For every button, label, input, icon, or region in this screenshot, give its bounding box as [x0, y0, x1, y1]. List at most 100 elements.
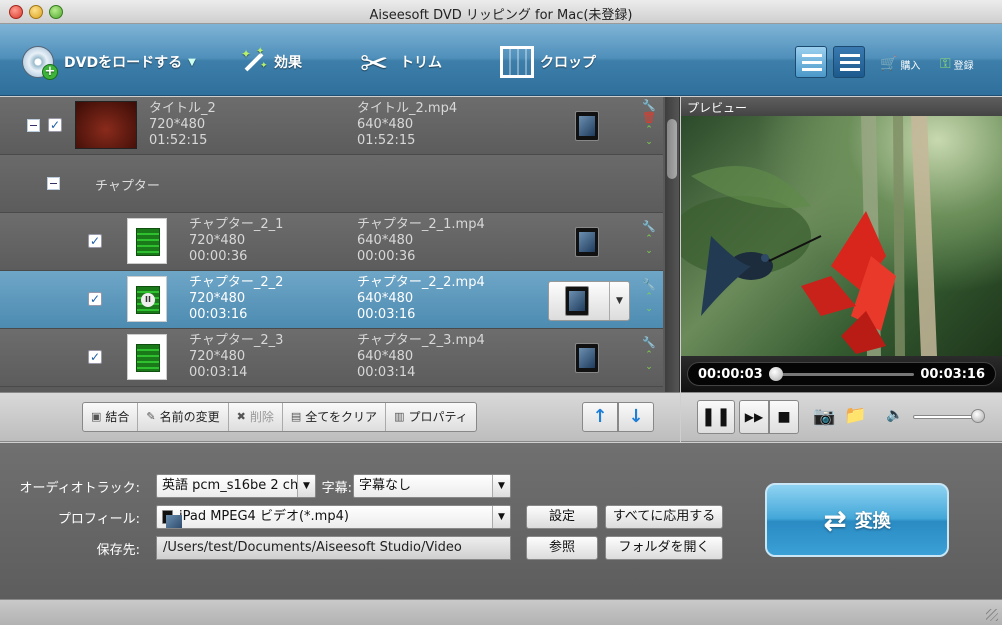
list-action-bar: ▣ 結合 ✎ 名前の変更 ✖ 削除 ▤ 全てをクリア ▥ プロパティ ↑ ↓ [0, 392, 680, 442]
pause-button[interactable]: ❚❚ [697, 400, 735, 434]
chapter-output-duration: 00:00:36 [357, 249, 416, 264]
rename-button[interactable]: ✎ 名前の変更 [138, 403, 229, 431]
chapter-resolution: 720*480 [189, 233, 246, 248]
chapter-name: チャプター_2_1 [189, 217, 284, 232]
up-down-icon[interactable]: ⌃ ⌄ [641, 124, 657, 148]
open-snapshot-folder-icon[interactable]: 📁 [844, 405, 866, 426]
snapshot-camera-icon[interactable]: 📷 [813, 406, 835, 427]
scissors-icon: ✂ [360, 44, 389, 84]
chapter-device-button[interactable] [575, 343, 603, 373]
move-down-button[interactable]: ↓ [618, 402, 654, 432]
subtitle-select[interactable]: 字幕なし ▼ [353, 474, 511, 498]
resize-grip-icon[interactable] [986, 609, 998, 621]
volume-icon: 🔈 [886, 407, 904, 423]
wrench-icon[interactable]: 🔧 [641, 221, 657, 233]
chapter-output-name: チャプター_2_3.mp4 [357, 333, 485, 348]
delete-button[interactable]: ✖ 削除 [229, 403, 283, 431]
effect-button[interactable]: ✦ ✦ ✦ 効果 [230, 42, 302, 82]
register-button[interactable]: ⚿ 登録 [940, 56, 974, 72]
chapter-source-info: チャプター_2_3 720*480 00:03:14 [189, 333, 283, 381]
title-name: タイトル_2 [149, 101, 216, 116]
move-up-button[interactable]: ↑ [582, 402, 618, 432]
pencil-icon: ✎ [146, 410, 156, 423]
chapter-device-button[interactable] [575, 227, 603, 257]
player-controls: ❚❚ ▶▶ ■ 📷 📁 🔈 [681, 392, 1002, 442]
chapter-name: チャプター_2_2 [189, 275, 284, 290]
stop-icon: ■ [777, 409, 791, 425]
settings-button[interactable]: 設定 [526, 505, 598, 529]
ipad-icon [565, 286, 589, 316]
subtitle-label: 字幕: [321, 481, 352, 496]
chapter-checkbox[interactable]: ✓ [88, 292, 102, 306]
chapter-source-info: チャプター_2_1 720*480 00:00:36 [189, 217, 283, 265]
chapter-row[interactable]: ✓ チャプター_2_1 720*480 00:00:36 チャプター_2_1.m… [0, 213, 663, 271]
video-file-paused-icon [127, 276, 167, 322]
wrench-icon[interactable]: 🔧 [641, 337, 657, 349]
merge-button[interactable]: ▣ 結合 [83, 403, 139, 431]
detail-view-button[interactable] [833, 46, 865, 78]
ipad-icon [162, 510, 182, 528]
chapter-output-info: チャプター_2_3.mp4 640*480 00:03:14 [357, 333, 485, 381]
chapter-row-selected[interactable]: ✓ チャプター_2_2 720*480 00:03:16 チャプター_2_2.m… [0, 271, 663, 329]
ipad-icon [575, 227, 599, 257]
chapter-name: チャプター_2_3 [189, 333, 284, 348]
output-device-dropdown[interactable]: ▼ [548, 281, 630, 321]
chevron-down-icon[interactable]: ▼ [609, 282, 629, 320]
wrench-icon[interactable]: 🔧 [641, 279, 657, 291]
list-view-button[interactable] [795, 46, 827, 78]
chapter-header-label: チャプター [95, 179, 160, 194]
chevron-down-icon[interactable]: ▼ [188, 57, 196, 68]
destination-path[interactable]: /Users/test/Documents/Aiseesoft Studio/V… [156, 536, 511, 560]
title-output-duration: 01:52:15 [357, 133, 416, 148]
up-down-icon[interactable]: ⌃ ⌄ [641, 349, 657, 373]
chapter-source-info: チャプター_2_2 720*480 00:03:16 [189, 275, 283, 323]
load-dvd-label: DVDをロードする [64, 55, 183, 71]
hummingbird-frame [681, 116, 937, 356]
crop-button[interactable]: クロップ [496, 42, 596, 82]
trim-button[interactable]: ✂ トリム [356, 42, 442, 84]
title-device-button[interactable] [575, 111, 603, 141]
seek-knob[interactable] [769, 367, 784, 381]
chapter-resolution: 720*480 [189, 291, 246, 306]
stop-button[interactable]: ■ [769, 400, 799, 434]
video-file-icon [127, 218, 167, 264]
list-scroll-thumb[interactable] [667, 119, 677, 179]
chapter-output-resolution: 640*480 [357, 291, 414, 306]
title-thumbnail [75, 101, 137, 149]
seek-slider[interactable] [774, 373, 914, 376]
chapter-row-actions: 🔧 ⌃ ⌄ [641, 279, 657, 315]
chapter-row[interactable]: ✓ チャプター_2_3 720*480 00:03:14 チャプター_2_3.m… [0, 329, 663, 387]
svg-text:✦: ✦ [260, 61, 268, 71]
detail-view-icon [840, 54, 860, 72]
fast-forward-button[interactable]: ▶▶ [739, 400, 769, 434]
buy-button[interactable]: 🛒 購入 [880, 56, 920, 72]
properties-button[interactable]: ▥ プロパティ [386, 403, 476, 431]
chapter-output-resolution: 640*480 [357, 349, 414, 364]
title-bar: Aiseesoft DVD リッピング for Mac(未登録) [0, 0, 1002, 24]
collapse-chapters-toggle[interactable] [47, 177, 60, 190]
destination-label: 保存先: [96, 543, 140, 558]
chapter-checkbox[interactable]: ✓ [88, 350, 102, 364]
title-checkbox[interactable]: ✓ [48, 118, 62, 132]
chapter-checkbox[interactable]: ✓ [88, 234, 102, 248]
clear-all-button[interactable]: ▤ 全てをクリア [283, 403, 387, 431]
profile-value: iPad MPEG4 ビデオ(*.mp4) [179, 509, 349, 524]
audio-track-select[interactable]: 英語 pcm_s16be 2 ch ▼ [156, 474, 316, 498]
volume-knob[interactable] [970, 409, 985, 423]
title-row[interactable]: ✓ タイトル_2 720*480 01:52:15 タイトル_2.mp4 640… [0, 97, 663, 155]
open-folder-button[interactable]: フォルダを開く [605, 536, 723, 560]
file-list: ✓ タイトル_2 720*480 01:52:15 タイトル_2.mp4 640… [0, 97, 680, 392]
chapter-output-info: チャプター_2_1.mp4 640*480 00:00:36 [357, 217, 485, 265]
delete-label: 削除 [249, 410, 274, 424]
collapse-title-toggle[interactable] [27, 119, 40, 132]
trash-icon[interactable]: 🗑 [641, 112, 657, 124]
profile-select[interactable]: iPad MPEG4 ビデオ(*.mp4) ▼ [156, 505, 511, 529]
up-down-icon[interactable]: ⌃ ⌄ [641, 291, 657, 315]
apply-to-all-button[interactable]: すべてに応用する [605, 505, 723, 529]
convert-label: 変換 [854, 511, 891, 532]
chapter-output-name: チャプター_2_1.mp4 [357, 217, 485, 232]
convert-button[interactable]: ⇄ 変換 [765, 483, 949, 557]
up-down-icon[interactable]: ⌃ ⌄ [641, 233, 657, 257]
load-dvd-button[interactable]: + DVDをロードする ▼ [20, 42, 196, 82]
browse-button[interactable]: 参照 [526, 536, 598, 560]
